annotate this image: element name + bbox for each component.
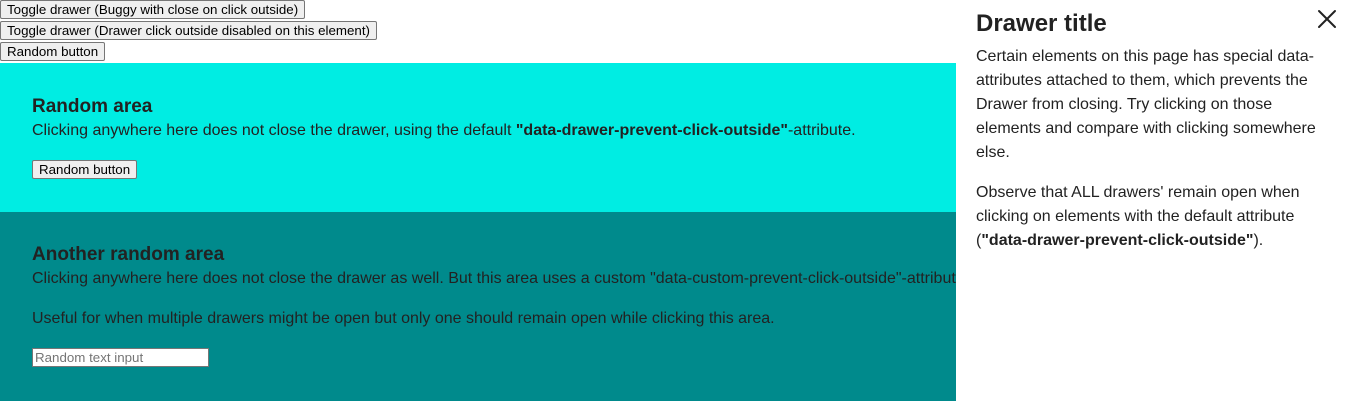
drawer-paragraph-1: Certain elements on this page has specia…	[976, 48, 1316, 161]
random-area-desc-after: -attribute.	[787, 122, 856, 139]
top-button-group: Toggle drawer (Buggy with close on click…	[0, 0, 377, 63]
toggle-drawer-buggy-button[interactable]: Toggle drawer (Buggy with close on click…	[0, 0, 306, 19]
random-area-desc-before: Clicking anywhere here does not close th…	[32, 122, 516, 139]
random-button-top[interactable]: Random button	[0, 42, 106, 61]
drawer-p2-after: ).	[1253, 232, 1264, 249]
page: Toggle drawer (Buggy with close on click…	[0, 0, 1346, 401]
random-area-button[interactable]: Random button	[32, 160, 138, 179]
drawer-paragraph-2: Observe that ALL drawers' remain open wh…	[976, 181, 1326, 253]
toggle-drawer-disabled-button[interactable]: Toggle drawer (Drawer click outside disa…	[0, 21, 377, 40]
random-text-input[interactable]	[32, 348, 209, 367]
close-icon[interactable]	[1316, 8, 1338, 30]
drawer-p2-attribute: "data-drawer-prevent-click-outside"	[981, 232, 1254, 249]
random-area-desc-attribute: "data-drawer-prevent-click-outside"	[515, 122, 788, 139]
drawer-panel: Drawer title Certain elements on this pa…	[956, 0, 1346, 401]
drawer-title: Drawer title	[976, 10, 1107, 37]
